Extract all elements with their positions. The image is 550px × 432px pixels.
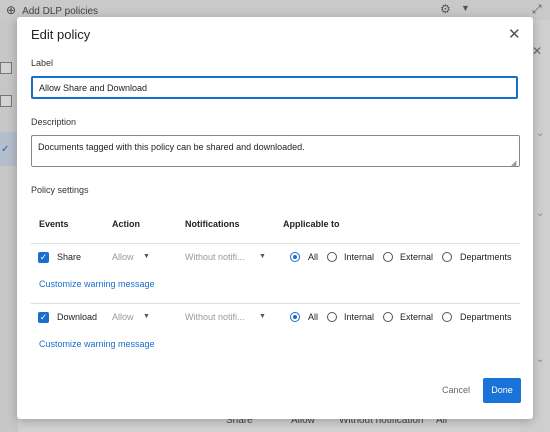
background-list: ✓ bbox=[0, 20, 18, 432]
download-checkbox[interactable]: ✓ bbox=[38, 312, 49, 323]
dialog-title: Edit policy bbox=[31, 27, 91, 42]
radio-internal[interactable] bbox=[327, 312, 337, 322]
label-input[interactable] bbox=[31, 76, 518, 99]
chevron-down-icon[interactable]: ⌄ bbox=[536, 208, 544, 219]
share-checkbox[interactable]: ✓ bbox=[38, 252, 49, 263]
column-header-events: Events bbox=[39, 219, 69, 229]
radio-all[interactable] bbox=[290, 252, 300, 262]
customize-warning-link[interactable]: Customize warning message bbox=[39, 339, 155, 349]
add-dlp-policies-button[interactable]: ⊕ Add DLP policies bbox=[6, 3, 98, 17]
event-label: Download bbox=[57, 312, 98, 322]
radio-external[interactable] bbox=[383, 312, 393, 322]
label-caption: Label bbox=[31, 58, 54, 68]
caret-down-icon: ▼ bbox=[259, 313, 266, 320]
radio-label-external: External bbox=[400, 312, 434, 322]
divider bbox=[31, 303, 520, 304]
cancel-button[interactable]: Cancel bbox=[442, 385, 470, 395]
radio-label-departments: Departments bbox=[460, 312, 512, 322]
radio-label-departments: Departments bbox=[460, 252, 512, 262]
caret-down-icon: ▼ bbox=[259, 253, 266, 260]
close-icon[interactable]: ✕ bbox=[532, 44, 542, 58]
expand-icon[interactable]: ⤢ bbox=[532, 2, 542, 17]
action-dropdown[interactable]: Allow ▼ bbox=[112, 312, 157, 322]
caret-down-icon: ▼ bbox=[143, 253, 150, 260]
notification-dropdown[interactable]: Without notifi... ▼ bbox=[185, 312, 270, 322]
description-textarea[interactable]: Documents tagged with this policy can be… bbox=[31, 135, 520, 167]
divider bbox=[31, 243, 520, 244]
radio-all[interactable] bbox=[290, 312, 300, 322]
background-checkbox[interactable] bbox=[0, 62, 12, 74]
radio-departments[interactable] bbox=[442, 312, 452, 322]
radio-external[interactable] bbox=[383, 252, 393, 262]
radio-label-external: External bbox=[400, 252, 434, 262]
chevron-down-icon[interactable]: ⌄ bbox=[536, 128, 544, 139]
caret-down-icon: ▼ bbox=[143, 313, 150, 320]
check-icon: ✓ bbox=[1, 144, 10, 155]
done-button[interactable]: Done bbox=[483, 378, 521, 403]
radio-label-all: All bbox=[308, 312, 319, 322]
radio-internal[interactable] bbox=[327, 252, 337, 262]
column-header-notifications: Notifications bbox=[185, 219, 240, 229]
radio-departments[interactable] bbox=[442, 252, 452, 262]
policy-settings-title: Policy settings bbox=[31, 185, 89, 195]
chevron-down-icon[interactable]: ⌄ bbox=[536, 354, 544, 365]
radio-label-internal: Internal bbox=[344, 312, 375, 322]
column-header-action: Action bbox=[112, 219, 140, 229]
background-checkbox[interactable] bbox=[0, 95, 12, 107]
customize-warning-link[interactable]: Customize warning message bbox=[39, 279, 155, 289]
event-label: Share bbox=[57, 252, 82, 262]
notification-dropdown[interactable]: Without notifi... ▼ bbox=[185, 252, 270, 262]
column-header-applicable-to: Applicable to bbox=[283, 219, 340, 229]
edit-policy-dialog: Edit policy ✕ Label Description Document… bbox=[17, 17, 533, 419]
caret-down-icon[interactable]: ▼ bbox=[461, 3, 470, 13]
plus-icon: ⊕ bbox=[6, 3, 17, 17]
radio-label-internal: Internal bbox=[344, 252, 375, 262]
gear-icon[interactable]: ⚙ bbox=[440, 2, 451, 16]
resize-handle-icon[interactable]: ◢ bbox=[511, 159, 516, 167]
description-caption: Description bbox=[31, 117, 77, 127]
radio-label-all: All bbox=[308, 252, 319, 262]
action-dropdown[interactable]: Allow ▼ bbox=[112, 252, 157, 262]
close-icon[interactable]: ✕ bbox=[508, 25, 521, 43]
